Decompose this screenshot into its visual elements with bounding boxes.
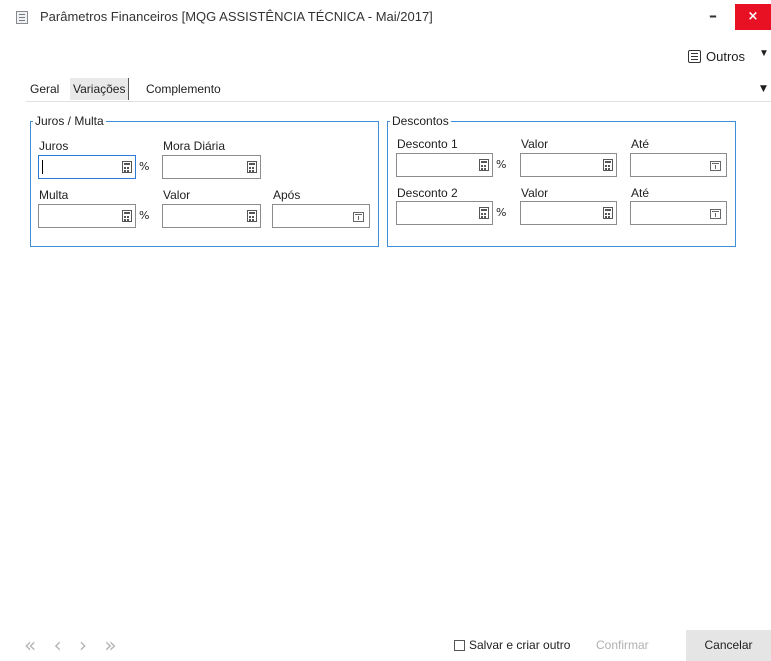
tabs-overflow-chevron-icon[interactable]: ▼ (760, 84, 767, 94)
desconto-1-ate-date-input[interactable] (630, 153, 727, 177)
calculator-icon[interactable] (122, 210, 132, 222)
save-and-create-another-label: Salvar e criar outro (469, 638, 571, 652)
calendar-icon[interactable] (710, 209, 721, 219)
calculator-icon[interactable] (247, 161, 257, 173)
outros-label: Outros (706, 49, 746, 64)
juros-percent-sign: % (139, 160, 150, 173)
calculator-icon[interactable] (479, 207, 489, 219)
record-navigation: « ‹ › » (24, 633, 128, 657)
descontos-group: Descontos (387, 114, 736, 247)
previous-record-icon[interactable]: ‹ (54, 633, 62, 657)
descontos-legend: Descontos (392, 114, 449, 128)
apos-label: Após (273, 188, 301, 202)
text-caret (42, 160, 43, 174)
chevron-down-icon: ▼ (759, 48, 769, 59)
next-record-icon[interactable]: › (79, 633, 87, 657)
desconto-1-ate-label: Até (631, 137, 650, 151)
calculator-icon[interactable] (479, 159, 489, 171)
close-button[interactable]: × (735, 4, 771, 30)
multa-valor-label: Valor (163, 188, 191, 202)
calendar-icon[interactable] (710, 161, 721, 171)
juros-multa-legend: Juros / Multa (35, 114, 104, 128)
desconto-1-valor-input[interactable] (520, 153, 617, 177)
desconto-1-percent-sign: % (496, 158, 507, 171)
desconto-1-valor-label: Valor (521, 137, 549, 151)
apos-date-input[interactable] (272, 204, 370, 228)
multa-percent-sign: % (139, 209, 150, 222)
confirm-button[interactable]: Confirmar (596, 638, 649, 652)
calculator-icon[interactable] (603, 207, 613, 219)
multa-input[interactable] (38, 204, 136, 228)
title-bar: Parâmetros Financeiros [MQG ASSISTÊNCIA … (0, 0, 771, 36)
first-record-icon[interactable]: « (24, 633, 36, 657)
tab-divider (26, 101, 771, 102)
list-menu-icon (688, 50, 701, 63)
save-and-create-another-option[interactable]: Salvar e criar outro (454, 638, 570, 652)
tab-complemento[interactable]: Complemento (146, 78, 221, 100)
desconto-2-input[interactable] (396, 201, 493, 225)
minimize-button[interactable]: – (696, 4, 730, 30)
desconto-2-percent-sign: % (496, 206, 507, 219)
desconto-2-ate-date-input[interactable] (630, 201, 727, 225)
financial-parameters-window: Parâmetros Financeiros [MQG ASSISTÊNCIA … (0, 0, 771, 661)
mora-diaria-label: Mora Diária (163, 139, 226, 153)
juros-label: Juros (39, 139, 69, 153)
desconto-1-input[interactable] (396, 153, 493, 177)
calculator-icon[interactable] (603, 159, 613, 171)
calculator-icon[interactable] (247, 210, 257, 222)
desconto-2-valor-label: Valor (521, 186, 549, 200)
calendar-icon[interactable] (353, 212, 364, 222)
last-record-icon[interactable]: » (104, 633, 116, 657)
save-and-create-another-checkbox[interactable] (454, 640, 465, 651)
desconto-1-label: Desconto 1 (397, 137, 458, 151)
multa-valor-input[interactable] (162, 204, 261, 228)
app-document-icon (16, 11, 28, 24)
desconto-2-ate-label: Até (631, 186, 650, 200)
desconto-2-valor-input[interactable] (520, 201, 617, 225)
desconto-2-label: Desconto 2 (397, 186, 458, 200)
cancel-button[interactable]: Cancelar (686, 630, 771, 661)
tab-geral[interactable]: Geral (30, 78, 59, 100)
window-title: Parâmetros Financeiros [MQG ASSISTÊNCIA … (40, 9, 433, 24)
tab-variacoes[interactable]: Variações (70, 78, 130, 100)
juros-input[interactable] (38, 155, 136, 179)
calculator-icon[interactable] (122, 161, 132, 173)
multa-label: Multa (39, 188, 69, 202)
mora-diaria-input[interactable] (162, 155, 261, 179)
